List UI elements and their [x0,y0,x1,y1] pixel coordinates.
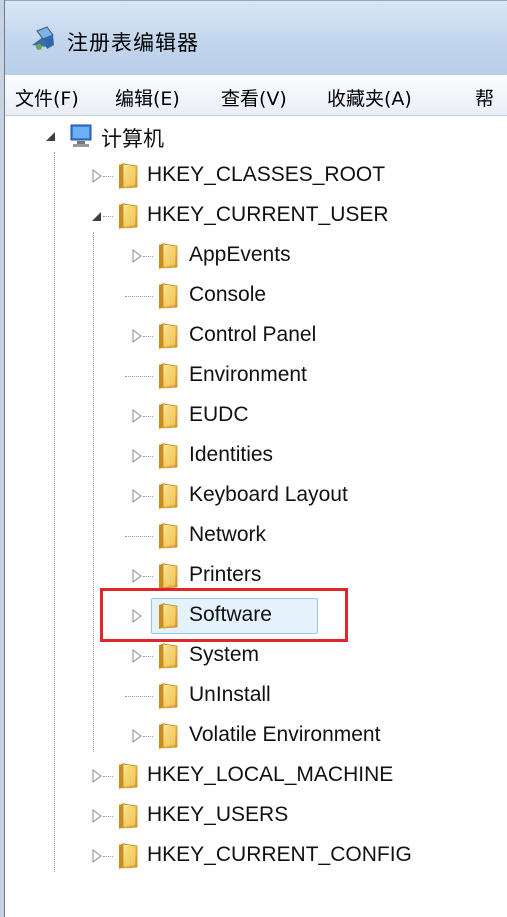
expand-arrow-icon[interactable] [131,249,143,263]
tree-label: Identities [189,443,274,466]
tree-label: System [189,643,260,666]
folder-icon [153,401,183,431]
tree-label: Network [189,523,267,546]
tree-connector [143,736,153,737]
menu-edit[interactable]: 编辑(E) [115,84,180,111]
tree-connector [143,496,153,497]
regedit-icon [32,26,54,50]
tree-label: HKEY_CURRENT_CONFIG [147,843,412,866]
tree-node-hkey-local-machine[interactable]: HKEY_LOCAL_MACHINE [85,756,505,796]
tree-label: Keyboard Layout [189,483,348,506]
collapse-arrow-icon[interactable] [45,129,57,143]
folder-icon [153,481,183,511]
tree-connector [125,536,153,537]
tree-label: UnInstall [189,683,271,706]
tree-connector [143,336,153,337]
expand-arrow-icon[interactable] [131,569,143,583]
folder-icon [113,801,143,831]
tree-label: EUDC [189,403,249,426]
tree-node-appevents[interactable]: AppEvents [125,236,495,276]
tree-connector [103,856,113,857]
tree-connector [125,296,153,297]
tree-label: 计算机 [101,128,164,151]
tree-node-network[interactable]: Network [125,516,495,556]
tree-connector [125,696,153,697]
title-bar[interactable]: 注册表编辑器 [5,0,507,75]
tree-node-hkey-users[interactable]: HKEY_USERS [85,796,505,836]
tree-connector [143,576,153,577]
folder-icon [153,521,183,551]
tree-label: HKEY_LOCAL_MACHINE [147,763,394,786]
expand-arrow-icon[interactable] [91,169,103,183]
folder-icon [153,681,183,711]
expand-arrow-icon[interactable] [131,329,143,343]
tree-label: HKEY_CLASSES_ROOT [147,163,386,186]
tree-node-hkey-classes-root[interactable]: HKEY_CLASSES_ROOT [85,156,485,196]
expand-arrow-icon[interactable] [131,489,143,503]
folder-icon [153,241,183,271]
expand-arrow-icon[interactable] [131,649,143,663]
registry-editor-window: 注册表编辑器 文件(F) 编辑(E) 查看(V) 收藏夹(A) 帮 计算机 HK… [4,0,507,917]
tree-node-hkey-current-user[interactable]: HKEY_CURRENT_USER [85,196,485,236]
tree-node-computer[interactable]: 计算机 [45,116,345,156]
folder-icon [153,561,183,591]
collapse-arrow-icon[interactable] [91,209,103,223]
registry-tree: 计算机 HKEY_CLASSES_ROOT HKEY_CURRENT_USER … [5,116,507,917]
tree-guide-hkcu [93,232,94,752]
folder-icon [153,721,183,751]
tree-node-identities[interactable]: Identities [125,436,495,476]
tree-label: AppEvents [189,243,291,266]
folder-icon [153,361,183,391]
folder-icon [113,161,143,191]
expand-arrow-icon[interactable] [131,409,143,423]
tree-node-eudc[interactable]: EUDC [125,396,495,436]
tree-label: Volatile Environment [189,723,381,746]
folder-icon [153,441,183,471]
expand-arrow-icon[interactable] [91,809,103,823]
tree-node-keyboard-layout[interactable]: Keyboard Layout [125,476,495,516]
folder-icon [153,641,183,671]
tree-connector [125,376,153,377]
tree-connector [143,656,153,657]
tree-connector [103,216,113,217]
tree-node-environment[interactable]: Environment [125,356,495,396]
folder-icon [113,761,143,791]
tree-node-volatile-environment[interactable]: Volatile Environment [125,716,495,756]
tree-connector [143,456,153,457]
tree-label: Console [189,283,267,306]
menu-view[interactable]: 查看(V) [221,84,287,111]
tree-label: Control Panel [189,323,317,346]
expand-arrow-icon[interactable] [91,849,103,863]
tree-connector [103,776,113,777]
tree-label: HKEY_USERS [147,803,289,826]
tree-connector [103,816,113,817]
tree-node-console[interactable]: Console [125,276,495,316]
folder-icon [113,201,143,231]
folder-icon [153,281,183,311]
tree-connector [143,416,153,417]
folder-icon [153,321,183,351]
expand-arrow-icon[interactable] [131,449,143,463]
folder-icon [113,841,143,871]
tree-label: HKEY_CURRENT_USER [147,203,389,226]
window-title: 注册表编辑器 [67,31,199,55]
tree-node-uninstall[interactable]: UnInstall [125,676,495,716]
tree-label: Environment [189,363,307,386]
menu-bar: 文件(F) 编辑(E) 查看(V) 收藏夹(A) 帮 [5,75,507,116]
tree-node-system[interactable]: System [125,636,495,676]
expand-arrow-icon[interactable] [91,769,103,783]
annotation-highlight-box [100,588,348,642]
tree-connector [103,176,113,177]
tree-guide-root [54,152,55,872]
computer-icon [70,124,92,147]
expand-arrow-icon[interactable] [131,729,143,743]
tree-label: Printers [189,563,262,586]
tree-connector [143,256,153,257]
tree-node-control-panel[interactable]: Control Panel [125,316,495,356]
tree-node-hkey-current-config[interactable]: HKEY_CURRENT_CONFIG [85,836,505,876]
menu-favorites[interactable]: 收藏夹(A) [327,84,412,111]
menu-help[interactable]: 帮 [475,84,494,111]
menu-file[interactable]: 文件(F) [15,84,79,111]
